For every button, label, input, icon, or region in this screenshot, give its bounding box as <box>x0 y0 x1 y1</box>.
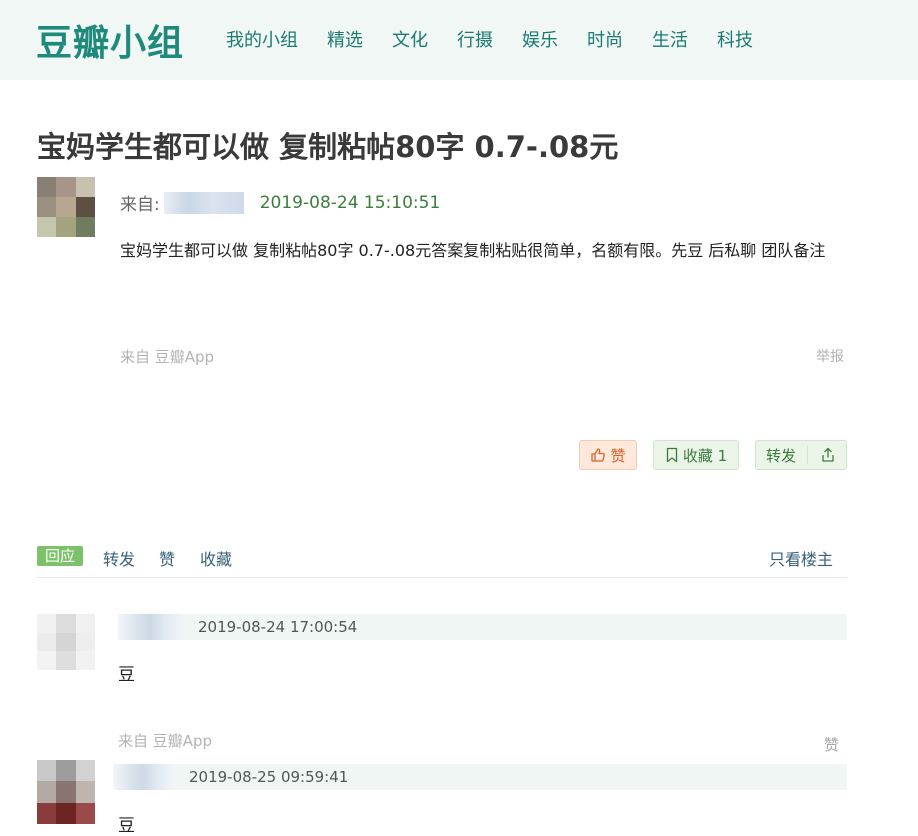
post-meta: 来自: 2019-08-24 15:10:51 <box>120 190 440 215</box>
commenter-name-redacted[interactable] <box>113 764 173 790</box>
thumbs-up-icon <box>591 448 606 462</box>
site-logo[interactable]: 豆瓣小组 <box>36 14 184 66</box>
nav-item-fashion[interactable]: 时尚 <box>587 26 623 52</box>
commenter-name-redacted[interactable] <box>118 614 182 640</box>
nav-item-tech[interactable]: 科技 <box>717 26 753 52</box>
collect-button-label: 收藏 1 <box>682 446 728 465</box>
comment-avatar[interactable] <box>37 614 95 670</box>
comment-source: 来自 豆瓣App <box>118 732 213 750</box>
comment-avatar[interactable] <box>37 760 95 824</box>
post-body: 宝妈学生都可以做 复制粘帖80字 0.7-.08元答案复制粘贴很简单，名额有限。… <box>120 241 826 260</box>
share-button[interactable]: 转发 <box>755 440 847 470</box>
comment-text: 豆 <box>118 816 135 836</box>
report-link[interactable]: 举报 <box>816 346 844 366</box>
tab-collect[interactable]: 收藏 <box>200 546 232 570</box>
post-time: 2019-08-24 15:10:51 <box>259 192 441 213</box>
collect-button[interactable]: 收藏 1 <box>653 440 739 470</box>
only-op-link[interactable]: 只看楼主 <box>769 546 833 570</box>
nav-item-entertainment[interactable]: 娱乐 <box>522 26 558 52</box>
comment-time: 2019-08-25 09:59:41 <box>189 768 349 786</box>
comment-like-link[interactable]: 赞 <box>824 734 839 755</box>
author-name-redacted[interactable] <box>163 191 244 214</box>
tab-reply[interactable]: 回应 <box>37 546 84 566</box>
site-header: 豆瓣小组 我的小组 精选 文化 行摄 娱乐 时尚 生活 科技 <box>0 0 918 80</box>
main-nav: 我的小组 精选 文化 行摄 娱乐 时尚 生活 科技 <box>226 26 782 52</box>
like-button-label: 赞 <box>610 446 626 465</box>
comment-header: 2019-08-24 17:00:54 <box>118 614 847 640</box>
comment-time: 2019-08-24 17:00:54 <box>198 618 358 636</box>
nav-item-my-groups[interactable]: 我的小组 <box>226 26 298 52</box>
nav-item-culture[interactable]: 文化 <box>392 26 428 52</box>
tab-like[interactable]: 赞 <box>159 546 175 570</box>
share-button-label: 转发 <box>766 446 797 465</box>
like-button[interactable]: 赞 <box>579 440 637 470</box>
share-icon[interactable] <box>820 447 836 463</box>
reply-tab-bar: 回应 转发 赞 收藏 只看楼主 <box>37 545 847 578</box>
post-source: 来自 豆瓣App <box>120 348 215 366</box>
nav-item-featured[interactable]: 精选 <box>327 26 363 52</box>
post-title: 宝妈学生都可以做 复制粘帖80字 0.7-.08元 <box>37 130 619 164</box>
nav-item-travel[interactable]: 行摄 <box>457 26 493 52</box>
nav-item-life[interactable]: 生活 <box>652 26 688 52</box>
comment-header: 2019-08-25 09:59:41 <box>113 764 847 790</box>
from-label: 来自: <box>120 195 160 215</box>
comment-text: 豆 <box>118 665 135 685</box>
share-divider <box>807 446 809 464</box>
author-avatar[interactable] <box>37 177 95 237</box>
tab-repost[interactable]: 转发 <box>103 546 135 570</box>
bookmark-icon <box>666 447 677 463</box>
